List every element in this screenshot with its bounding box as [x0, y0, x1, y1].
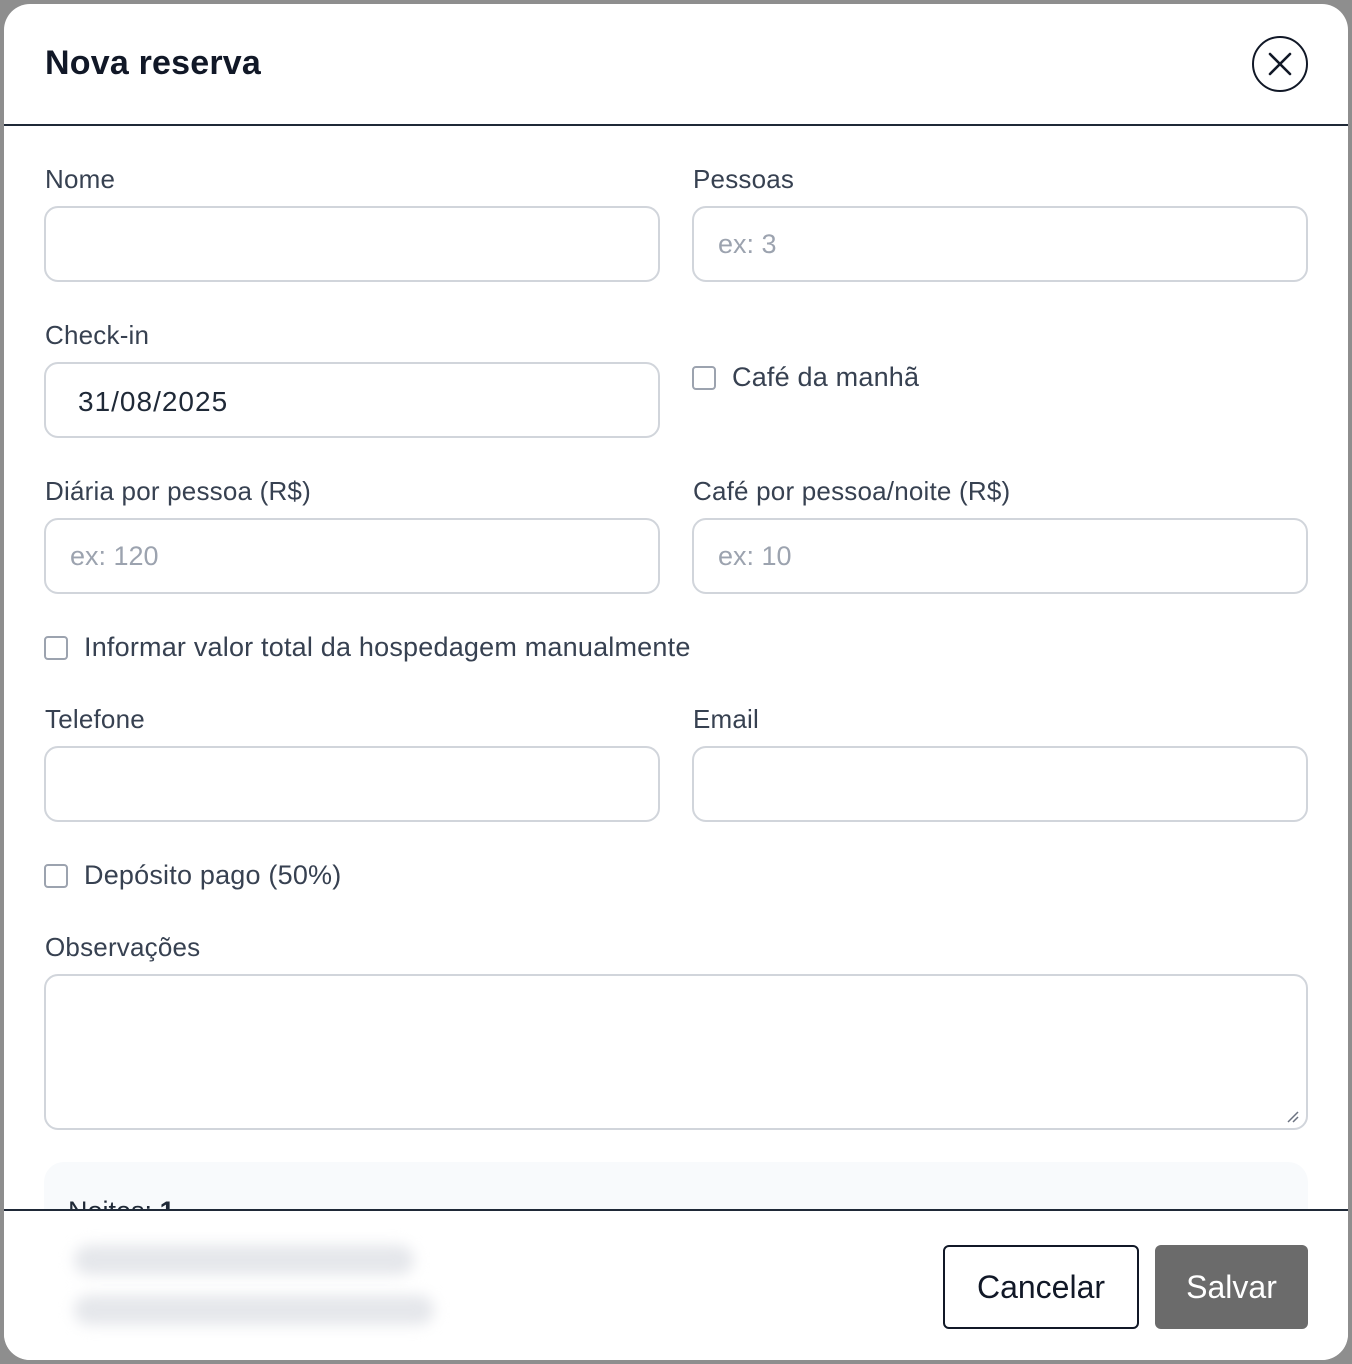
diaria-input[interactable] — [44, 518, 660, 594]
modal-title: Nova reserva — [45, 44, 261, 82]
blurred-summary-line — [74, 1245, 414, 1275]
blurred-summary-line — [74, 1295, 434, 1325]
deposito-label: Depósito pago (50%) — [84, 860, 342, 890]
observacoes-textarea[interactable] — [44, 974, 1308, 1130]
deposito-checkbox-row[interactable]: Depósito pago (50%) — [44, 860, 341, 891]
close-button[interactable] — [1252, 36, 1308, 92]
email-input[interactable] — [692, 746, 1308, 822]
observacoes-label: Observações — [45, 932, 201, 962]
cafe-preco-label: Café por pessoa/noite (R$) — [693, 476, 1011, 506]
telefone-input[interactable] — [44, 746, 660, 822]
checkin-label: Check-in — [45, 320, 150, 350]
pessoas-input[interactable] — [692, 206, 1308, 282]
nome-input[interactable] — [44, 206, 660, 282]
cancel-button[interactable]: Cancelar — [943, 1245, 1139, 1329]
cafe-manha-checkbox[interactable] — [692, 365, 716, 390]
valor-manual-label: Informar valor total da hospedagem manua… — [84, 632, 691, 662]
save-button[interactable]: Salvar — [1155, 1245, 1308, 1329]
valor-manual-checkbox-row[interactable]: Informar valor total da hospedagem manua… — [44, 632, 691, 663]
nome-label: Nome — [45, 164, 116, 194]
modal-footer: Cancelar Salvar — [4, 1209, 1348, 1360]
cafe-manha-checkbox-row[interactable]: Café da manhã — [692, 362, 919, 393]
pessoas-label: Pessoas — [693, 164, 795, 194]
valor-manual-checkbox[interactable] — [44, 635, 68, 660]
checkin-date-value: 31/08/2025 — [78, 386, 229, 417]
modal-header: Nova reserva — [4, 4, 1348, 126]
resize-handle-icon[interactable] — [1284, 1108, 1300, 1124]
deposito-checkbox[interactable] — [44, 863, 68, 888]
checkin-date-input[interactable]: 31/08/2025 — [44, 362, 660, 438]
close-icon — [1268, 52, 1292, 76]
diaria-label: Diária por pessoa (R$) — [45, 476, 311, 506]
cafe-preco-input[interactable] — [692, 518, 1308, 594]
new-reservation-modal: Nova reserva Nome Pessoas Check-in 31/08… — [4, 4, 1348, 1360]
email-label: Email — [693, 704, 760, 734]
telefone-label: Telefone — [45, 704, 145, 734]
cafe-manha-label: Café da manhã — [732, 362, 920, 392]
